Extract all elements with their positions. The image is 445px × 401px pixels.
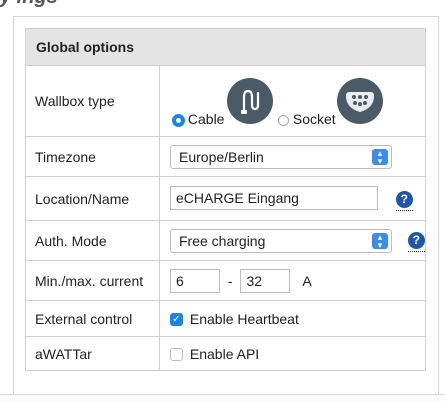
chevron-updown-icon[interactable]: ▴ ▾ <box>372 148 388 165</box>
current-separator: - <box>227 272 233 289</box>
chevron-updown-icon[interactable]: ▴ ▾ <box>372 232 388 249</box>
max-current-input[interactable]: 32 <box>240 268 291 293</box>
location-name-control: eCHARGE Eingang ? <box>159 176 426 221</box>
awattar-api-label[interactable]: Enable API <box>187 346 259 362</box>
awattar-control: Enable API <box>159 336 426 371</box>
auth-mode-select[interactable]: Free charging ▴ ▾ <box>170 228 392 253</box>
radio-cable[interactable]: Cable <box>173 111 224 127</box>
radio-cable-indicator[interactable] <box>173 114 184 126</box>
timezone-value: Europe/Berlin <box>179 148 264 165</box>
external-control-label: External control <box>25 300 160 337</box>
current-control: 6 - 32 A <box>159 260 426 301</box>
awattar-api-checkbox[interactable] <box>170 348 183 362</box>
row-location-name: Location/Name eCHARGE Eingang ? <box>25 176 426 221</box>
timezone-label: Timezone <box>25 136 160 177</box>
wallbox-type-label: Wallbox type <box>25 65 160 137</box>
current-label: Min./max. current <box>25 260 160 301</box>
help-icon[interactable]: ? <box>395 190 413 208</box>
wallbox-type-control: Cable Socket <box>159 65 426 137</box>
timezone-control: Europe/Berlin ▴ ▾ <box>159 136 426 177</box>
row-external-control: External control ✓ Enable Heartbeat <box>25 300 426 337</box>
location-name-input[interactable]: eCHARGE Eingang <box>170 186 378 211</box>
auth-mode-help[interactable]: ? <box>407 231 425 252</box>
page-title-partial: y ings <box>0 0 58 9</box>
global-options-header: Global options <box>25 28 426 66</box>
location-help[interactable]: ? <box>395 190 413 211</box>
row-auth-mode: Auth. Mode Free charging ▴ ▾ ? <box>25 220 426 261</box>
external-control-control: ✓ Enable Heartbeat <box>159 300 426 337</box>
min-current-input[interactable]: 6 <box>170 268 220 293</box>
row-awattar: aWATTar Enable API <box>25 336 426 371</box>
auth-mode-label: Auth. Mode <box>25 220 160 261</box>
current-unit: A <box>302 272 312 289</box>
timezone-select[interactable]: Europe/Berlin ▴ ▾ <box>170 144 392 169</box>
auth-mode-value: Free charging <box>179 232 266 249</box>
row-timezone: Timezone Europe/Berlin ▴ ▾ <box>25 136 426 177</box>
cable-plug-icon <box>227 78 273 124</box>
global-options-panel: Global options Wallbox type Cable Socket… <box>13 16 439 398</box>
radio-socket-label[interactable]: Socket <box>293 111 336 127</box>
heartbeat-label[interactable]: Enable Heartbeat <box>187 311 299 327</box>
row-current: Min./max. current 6 - 32 A <box>25 260 426 301</box>
radio-cable-label[interactable]: Cable <box>188 111 225 127</box>
awattar-label: aWATTar <box>25 336 160 371</box>
location-name-label: Location/Name <box>25 176 160 221</box>
radio-socket[interactable]: Socket <box>278 111 336 127</box>
row-wallbox-type: Wallbox type Cable Socket <box>25 65 426 137</box>
auth-mode-control: Free charging ▴ ▾ ? <box>159 220 426 261</box>
heartbeat-checkbox[interactable]: ✓ <box>170 313 183 327</box>
radio-socket-indicator[interactable] <box>278 114 289 126</box>
help-icon[interactable]: ? <box>407 232 425 249</box>
socket-plug-icon <box>337 78 383 124</box>
global-options-table: Global options Wallbox type Cable Socket… <box>25 28 426 371</box>
